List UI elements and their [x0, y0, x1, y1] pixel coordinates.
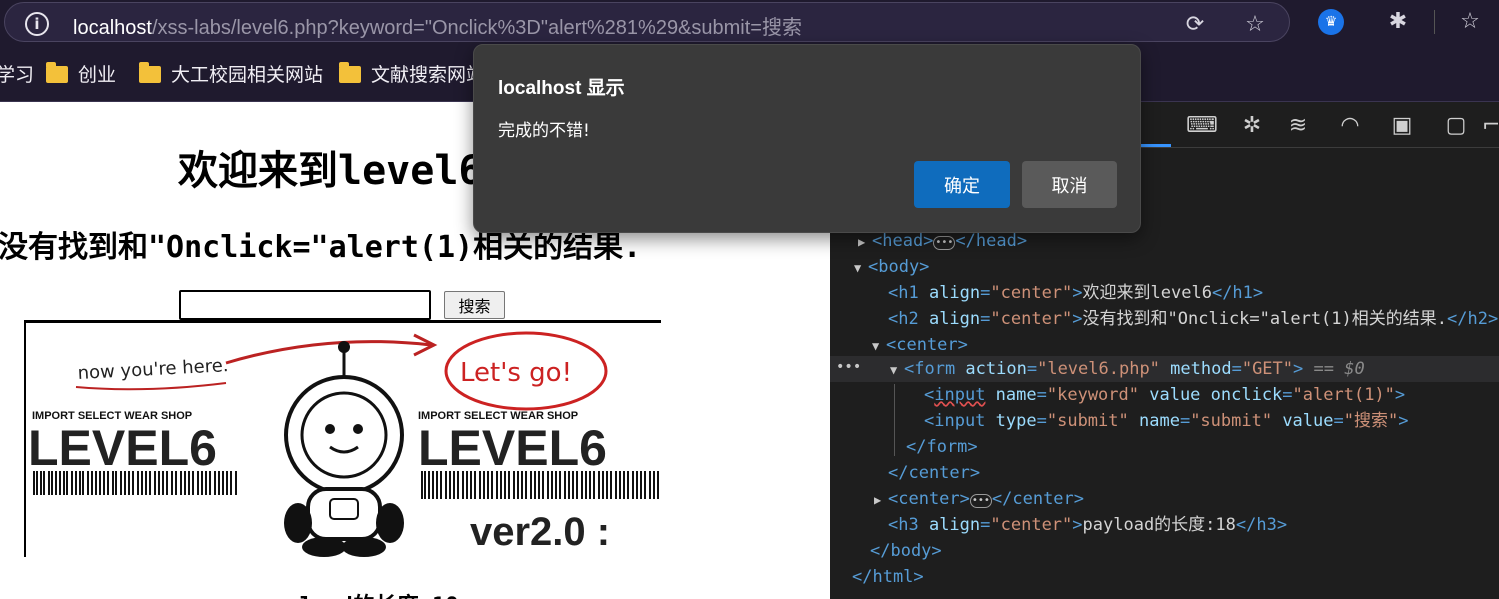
banner-level-left: LEVEL6: [28, 420, 217, 476]
dom-node-body-close[interactable]: </body>: [870, 538, 942, 564]
dom-node-form[interactable]: ▼ <form action="level6.php" method="GET">…: [890, 356, 1365, 382]
barcode-left: [33, 471, 237, 495]
row-menu-icon[interactable]: •••: [836, 356, 861, 378]
search-button[interactable]: 搜索: [444, 291, 505, 319]
banner-handwritten: now you're here.: [77, 355, 229, 384]
ellipsis-icon[interactable]: •••: [933, 236, 956, 250]
dialog-title: localhost 显示: [498, 78, 625, 99]
folder-icon: [139, 62, 161, 83]
bookmark-folder[interactable]: 文献搜索网站: [339, 60, 485, 86]
dom-node-input-keyword[interactable]: <input name="keyword" value onclick="ale…: [924, 382, 1405, 408]
indent-guide: [894, 384, 895, 456]
bookmark-label: 学习: [0, 65, 35, 86]
profile-icon[interactable]: ♛: [1318, 9, 1344, 35]
favorite-star-icon[interactable]: ☆: [1241, 11, 1269, 39]
banner-graphic: now you're here. Let's go! IMPORT SELECT…: [28, 331, 659, 557]
more-tabs-icon[interactable]: ⌐: [1482, 112, 1499, 140]
payload-length: payload的长度:18: [260, 588, 458, 599]
expand-triangle-icon[interactable]: ▶: [874, 487, 888, 513]
console-icon[interactable]: ⌨: [1186, 112, 1218, 140]
bookmark-folder[interactable]: 创业: [46, 60, 116, 86]
url-text[interactable]: localhost/xss-labs/level6.php?keyword="O…: [73, 11, 802, 40]
memory-chip-icon[interactable]: ▣: [1388, 112, 1416, 140]
dom-node-h3[interactable]: <h3 align="center">payload的长度:18</h3>: [888, 512, 1287, 538]
toolbar-divider: [1434, 10, 1435, 34]
browser-toolbar: i localhost/xss-labs/level6.php?keyword=…: [0, 0, 1499, 44]
dom-node-h1[interactable]: <h1 align="center">欢迎来到level6</h1>: [888, 280, 1263, 306]
info-icon[interactable]: i: [25, 12, 49, 36]
banner-bubble-text: Let's go!: [460, 358, 572, 388]
robot-mascot: [284, 341, 404, 557]
alert-dialog: localhost 显示 完成的不错! 确定 取消: [473, 44, 1141, 233]
extensions-icon[interactable]: ✱: [1384, 8, 1412, 36]
dialog-message: 完成的不错!: [498, 121, 590, 141]
application-icon[interactable]: ▢: [1442, 112, 1470, 140]
address-bar[interactable]: i localhost/xss-labs/level6.php?keyword=…: [4, 2, 1290, 42]
bookmark-folder[interactable]: 大工校园相关网站: [139, 60, 323, 86]
dom-node-center-collapsed[interactable]: ▶ <center> ••• </center>: [874, 486, 1084, 512]
cancel-button[interactable]: 取消: [1022, 161, 1117, 208]
folder-icon: [339, 62, 361, 83]
page-heading: 欢迎来到level6: [178, 148, 483, 194]
folder-icon: [46, 62, 68, 83]
dom-node-h2[interactable]: <h2 align="center">没有找到和"Onclick="alert(…: [888, 306, 1498, 332]
bookmark-label: 大工校园相关网站: [171, 65, 324, 86]
url-path: /xss-labs/level6.php?keyword="Onclick%3D…: [151, 17, 802, 39]
bookmark-label: 创业: [78, 65, 117, 86]
bookmark-label: 文献搜索网站: [371, 65, 486, 86]
banner-level-right: LEVEL6: [418, 420, 607, 476]
collapse-triangle-icon[interactable]: ▼: [854, 255, 868, 281]
dom-node-html-close[interactable]: </html>: [852, 564, 924, 590]
dom-node-form-close[interactable]: </form>: [906, 434, 978, 460]
dom-node-center[interactable]: ▼ <center>: [872, 332, 968, 358]
level-banner-image: now you're here. Let's go! IMPORT SELECT…: [24, 320, 661, 557]
edge-sync-icon[interactable]: ⟳: [1181, 11, 1209, 39]
sources-bug-icon[interactable]: ✲: [1238, 112, 1266, 140]
dom-node-center-close[interactable]: </center>: [888, 460, 980, 486]
dom-node-body[interactable]: ▼ <body>: [854, 254, 929, 280]
barcode-right: [421, 471, 659, 499]
bookmark-item[interactable]: 学习: [0, 60, 34, 86]
performance-gauge-icon[interactable]: ◠: [1336, 112, 1364, 140]
ok-button[interactable]: 确定: [914, 161, 1010, 208]
selected-node-row[interactable]: ••• ▼ <form action="level6.php" method="G…: [830, 356, 1499, 382]
network-wifi-icon[interactable]: ≋: [1284, 112, 1312, 140]
dom-node-input-submit[interactable]: <input type="submit" name="submit" value…: [924, 408, 1408, 434]
keyword-input[interactable]: [179, 290, 431, 320]
url-host: localhost: [73, 17, 152, 39]
ellipsis-icon[interactable]: •••: [969, 494, 992, 508]
banner-version: ver2.0 :: [470, 510, 610, 554]
favorites-icon[interactable]: ☆: [1456, 8, 1484, 36]
collapse-triangle-icon[interactable]: ▼: [890, 357, 904, 383]
